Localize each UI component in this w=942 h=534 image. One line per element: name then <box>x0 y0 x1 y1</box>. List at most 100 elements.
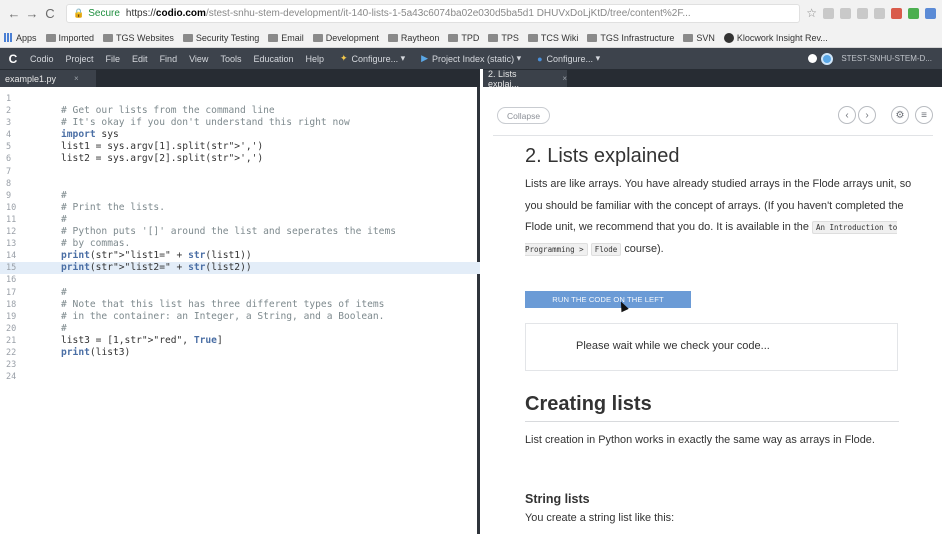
bookmark-folder[interactable]: TGS Websites <box>103 33 174 43</box>
guide-menu-button[interactable]: ≡ <box>915 106 933 124</box>
code-line[interactable]: 21 list3 = [1,str">"red", True] <box>0 335 480 347</box>
code-line[interactable]: 15 print(str">"list2=" + str(list2)) <box>0 262 480 275</box>
code-line[interactable]: 9 # <box>0 190 480 202</box>
code-text[interactable]: # Note that this list has three differen… <box>61 299 384 311</box>
user-name[interactable]: STEST-SNHU-STEM-D... <box>841 54 932 63</box>
project-index-menu[interactable]: ▶ Project Index (static) ▾ <box>421 53 521 64</box>
menu-edit[interactable]: Edit <box>132 54 148 64</box>
code-line[interactable]: 16 <box>0 274 480 286</box>
code-text[interactable]: # It's okay if you don't understand this… <box>61 117 350 129</box>
menu-view[interactable]: View <box>189 54 208 64</box>
folder-icon <box>448 33 459 42</box>
code-text[interactable]: print(str">"list2=" + str(list2)) <box>61 262 252 274</box>
close-icon[interactable]: × <box>562 74 567 83</box>
string-lists-text: You create a string list like this: <box>525 512 675 524</box>
code-text[interactable]: list1 = sys.argv[1].split(str">',') <box>61 141 263 153</box>
menu-file[interactable]: File <box>106 54 121 64</box>
code-text[interactable]: # Get our lists from the command line <box>61 105 275 117</box>
bookmark-star-icon[interactable]: ☆ <box>806 7 817 19</box>
line-number: 9 <box>6 190 12 201</box>
code-line[interactable]: 11 # <box>0 214 480 226</box>
menu-education[interactable]: Education <box>253 54 293 64</box>
code-line[interactable]: 23 <box>0 359 480 371</box>
code-lines[interactable]: 1 2 # Get our lists from the command line 3… <box>0 93 480 383</box>
extension-icon[interactable] <box>823 8 834 19</box>
code-line[interactable]: 10 # Print the lists. <box>0 202 480 214</box>
divider <box>525 421 899 422</box>
back-button[interactable]: ← <box>6 6 22 22</box>
avatar[interactable] <box>821 52 834 65</box>
code-text[interactable]: # <box>61 190 67 202</box>
code-text[interactable]: # Print the lists. <box>61 202 165 214</box>
editor-tab-example1[interactable]: example1.py × <box>0 70 96 87</box>
extension-icon[interactable] <box>891 8 902 19</box>
extension-icon[interactable] <box>857 8 868 19</box>
address-bar[interactable]: 🔒 Secure https:// codio.com /stest-snhu-… <box>66 4 801 23</box>
bookmark-klocwork[interactable]: Klocwork Insight Rev... <box>723 32 828 43</box>
guide-tab[interactable]: 2. Lists explai... × <box>483 69 567 89</box>
code-line[interactable]: 12 # Python puts '[]' around the list and… <box>0 226 480 238</box>
code-line[interactable]: 1 <box>0 93 480 105</box>
code-line[interactable]: 20 # <box>0 323 480 335</box>
bookmark-apps[interactable]: Apps <box>4 33 37 43</box>
menu-help[interactable]: Help <box>305 54 324 64</box>
code-text[interactable]: import sys <box>61 129 119 141</box>
bookmark-folder[interactable]: Development <box>312 33 379 43</box>
code-text[interactable]: # <box>61 214 67 226</box>
collapse-button[interactable]: Collapse <box>497 107 551 124</box>
next-page-button[interactable]: › <box>858 106 876 124</box>
menu-codio[interactable]: Codio <box>30 54 54 64</box>
code-line[interactable]: 22 print(list3) <box>0 347 480 359</box>
bookmark-folder[interactable]: Security Testing <box>182 33 259 43</box>
line-number: 16 <box>6 275 17 286</box>
menu-project[interactable]: Project <box>66 54 94 64</box>
code-line[interactable]: 18 # Note that this list has three differ… <box>0 299 480 311</box>
code-text[interactable]: # Python puts '[]' around the list and s… <box>61 226 396 238</box>
code-text[interactable]: print(list3) <box>61 347 130 359</box>
configure-preview-menu[interactable]: ● Configure... ▾ <box>537 53 600 64</box>
code-text[interactable]: # <box>61 323 67 335</box>
code-editor[interactable]: 1 2 # Get our lists from the command line 3… <box>0 87 480 534</box>
settings-button[interactable]: ⚙ <box>891 106 909 124</box>
extension-icon[interactable] <box>840 8 851 19</box>
code-text[interactable]: list3 = [1,str">"red", True] <box>61 335 223 347</box>
code-text[interactable]: # by commas. <box>61 238 130 250</box>
code-line[interactable]: 24 <box>0 371 480 383</box>
code-line[interactable]: 3 # It's okay if you don't understand thi… <box>0 117 480 129</box>
code-text[interactable]: # in the container: an Integer, a String… <box>61 311 384 323</box>
wand-icon: ✦ <box>340 53 348 63</box>
bookmark-folder[interactable]: SVN <box>683 33 715 43</box>
code-line[interactable]: 6 list2 = sys.argv[2].split(str">',') <box>0 153 480 165</box>
code-line[interactable]: 4 import sys <box>0 129 480 141</box>
code-line[interactable]: 5 list1 = sys.argv[1].split(str">',') <box>0 141 480 153</box>
code-text[interactable]: list2 = sys.argv[2].split(str">',') <box>61 153 263 165</box>
prev-page-button[interactable]: ‹ <box>838 106 856 124</box>
bookmark-folder[interactable]: Raytheon <box>387 33 439 43</box>
code-line[interactable]: 14 print(str">"list1=" + str(list1)) <box>0 250 480 262</box>
close-icon[interactable]: × <box>74 74 79 83</box>
reload-button[interactable]: C <box>42 6 58 22</box>
extension-icon[interactable] <box>874 8 885 19</box>
run-code-button[interactable]: RUN THE CODE ON THE LEFT <box>525 291 691 308</box>
extension-icon[interactable] <box>908 8 919 19</box>
code-line[interactable]: 17 # <box>0 287 480 299</box>
menu-find[interactable]: Find <box>160 54 178 64</box>
bookmark-folder[interactable]: Email <box>268 33 304 43</box>
code-line[interactable]: 8 <box>0 178 480 190</box>
bookmark-folder[interactable]: TGS Infrastructure <box>587 33 674 43</box>
code-text[interactable]: # <box>61 287 67 299</box>
bookmark-folder[interactable]: Imported <box>45 33 94 43</box>
bookmark-folder[interactable]: TCS Wiki <box>527 33 578 43</box>
bookmark-folder[interactable]: TPS <box>488 33 519 43</box>
forward-button[interactable]: → <box>24 6 40 22</box>
code-line[interactable]: 2 # Get our lists from the command line <box>0 105 480 117</box>
code-line[interactable]: 19 # in the container: an Integer, a Stri… <box>0 311 480 323</box>
code-text[interactable]: print(str">"list1=" + str(list1)) <box>61 250 252 262</box>
codio-logo[interactable]: C <box>0 52 26 66</box>
code-line[interactable]: 7 <box>0 166 480 178</box>
code-line[interactable]: 13 # by commas. <box>0 238 480 250</box>
bookmark-folder[interactable]: TPD <box>448 33 479 43</box>
menu-tools[interactable]: Tools <box>220 54 241 64</box>
extension-icon[interactable] <box>925 8 936 19</box>
configure-menu[interactable]: ✦ Configure... ▾ <box>340 53 405 64</box>
